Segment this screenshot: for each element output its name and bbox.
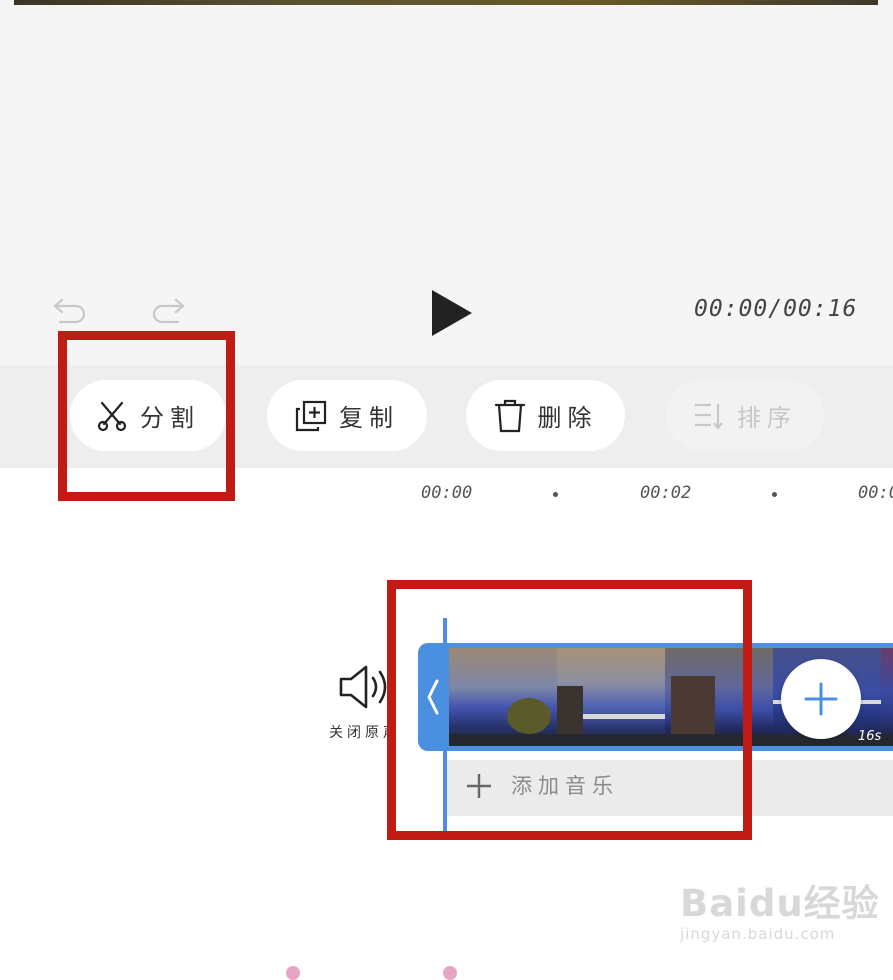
watermark: Baidu经验 jingyan.baidu.com	[680, 873, 880, 943]
watermark-logo: Baidu经验	[680, 882, 880, 925]
delete-label: 删除	[537, 404, 598, 432]
add-clip-button[interactable]	[781, 659, 861, 739]
undo-icon[interactable]	[52, 296, 88, 326]
ruler-dot	[772, 492, 777, 497]
speaker-icon[interactable]	[338, 664, 392, 714]
indicator-dot	[286, 966, 300, 980]
trash-icon	[494, 399, 525, 432]
clip-duration: 16s	[858, 729, 882, 744]
play-button[interactable]	[428, 288, 476, 338]
ruler-label: 00:0	[858, 483, 893, 503]
sort-button[interactable]: 排序	[666, 380, 824, 451]
delete-button[interactable]: 删除	[466, 380, 625, 451]
video-frame-edge	[14, 0, 878, 5]
copy-label: 复制	[339, 404, 399, 432]
redo-icon[interactable]	[150, 296, 186, 326]
watermark-url: jingyan.baidu.com	[680, 925, 836, 943]
indicator-dot	[443, 966, 457, 980]
sort-icon	[695, 403, 723, 430]
ruler-label: 00:00	[421, 483, 473, 503]
highlight-box-track	[387, 580, 752, 840]
play-icon	[432, 290, 472, 336]
time-display: 00:00/00:16	[694, 296, 858, 322]
copy-button[interactable]: 复制	[267, 380, 427, 451]
copy-icon	[295, 400, 327, 431]
plus-icon	[804, 682, 838, 716]
clip-thumbnail	[881, 648, 893, 746]
ruler-label: 00:02	[640, 483, 692, 503]
ruler-dot	[553, 492, 558, 497]
highlight-box-split	[58, 331, 235, 501]
sort-label: 排序	[737, 404, 797, 432]
